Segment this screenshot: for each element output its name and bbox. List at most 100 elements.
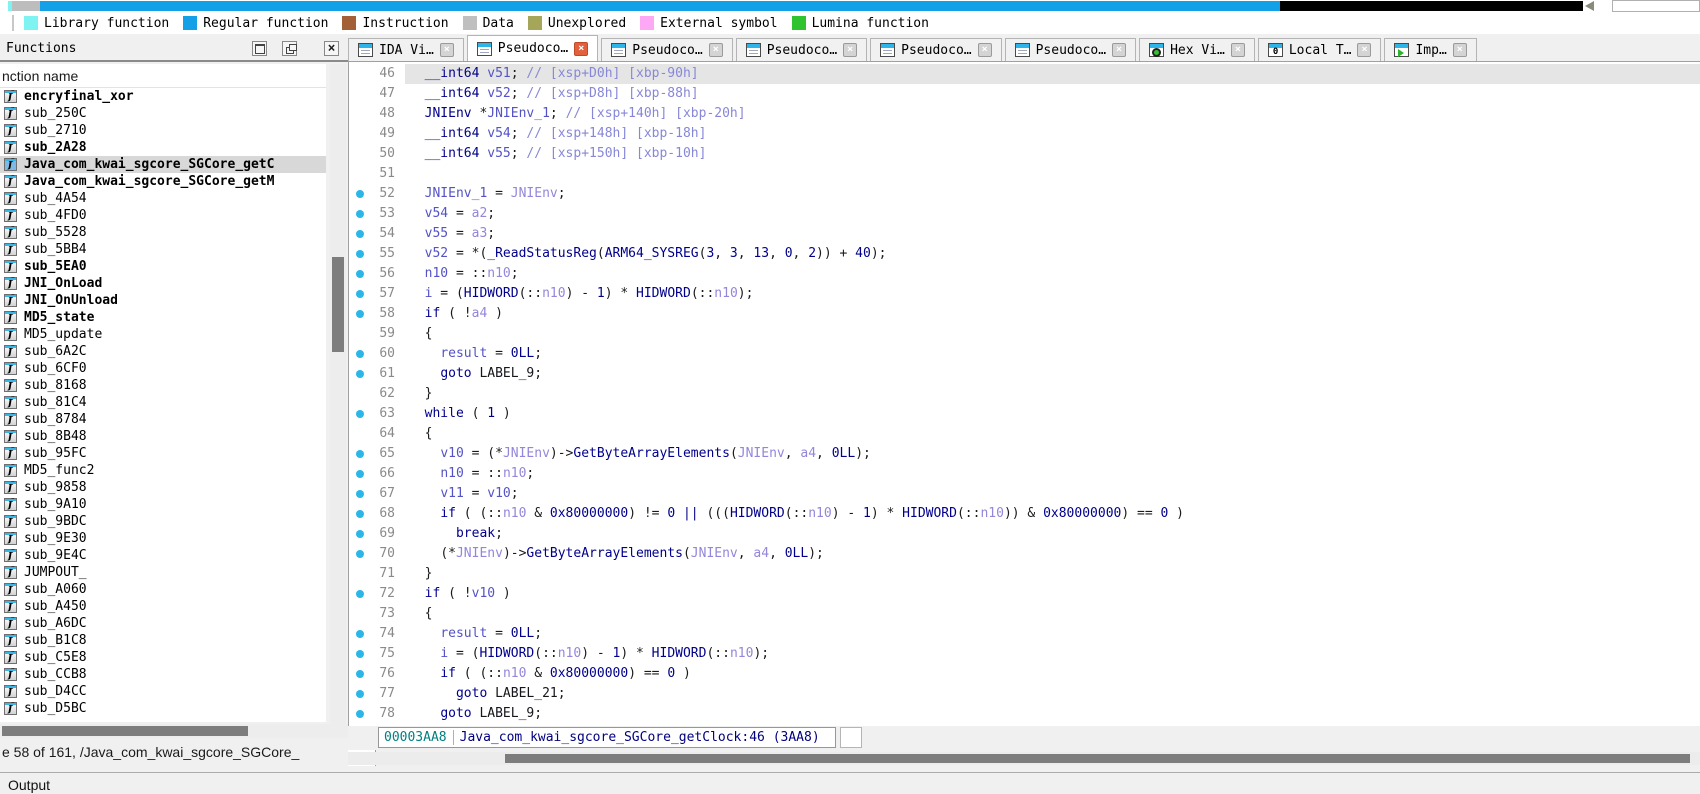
code-text[interactable]: v55 = a3; bbox=[405, 224, 1700, 244]
function-list-item[interactable]: f JNI_OnLoad bbox=[0, 275, 326, 292]
code-text[interactable]: if ( !a4 ) bbox=[405, 304, 1700, 324]
tab-close-icon[interactable]: × bbox=[708, 43, 723, 57]
function-list-item[interactable]: f Java_com_kwai_sgcore_SGCore_getC bbox=[0, 156, 326, 173]
code-text[interactable]: __int64 v51; // [xsp+D0h] [xbp-90h] bbox=[405, 64, 1700, 84]
function-list-item[interactable]: f sub_6A2C bbox=[0, 343, 326, 360]
tab-pseudoco[interactable]: Pseudoco… × bbox=[601, 38, 733, 61]
code-text[interactable]: v11 = v10; bbox=[405, 484, 1700, 504]
tab-pseudoco[interactable]: Pseudoco… × bbox=[870, 38, 1002, 61]
function-list-item[interactable]: f sub_A450 bbox=[0, 598, 326, 615]
code-text[interactable]: i = (HIDWORD(::n10) - 1) * HIDWORD(::n10… bbox=[405, 284, 1700, 304]
functions-horizontal-scrollbar[interactable] bbox=[0, 724, 348, 738]
tab-close-icon[interactable]: × bbox=[1230, 43, 1245, 57]
code-text[interactable]: { bbox=[405, 424, 1700, 444]
code-text[interactable]: JNIEnv_1 = JNIEnv; bbox=[405, 184, 1700, 204]
tab-close-icon[interactable]: × bbox=[1357, 43, 1372, 57]
functions-vertical-scrollbar[interactable] bbox=[330, 64, 346, 724]
function-list-item[interactable]: f sub_CCB8 bbox=[0, 666, 326, 683]
code-text[interactable]: __int64 v55; // [xsp+150h] [xbp-10h] bbox=[405, 144, 1700, 164]
code-text[interactable]: result = 0LL; bbox=[405, 344, 1700, 364]
tab-localt[interactable]: Local T… × bbox=[1257, 38, 1382, 61]
tab-close-icon[interactable]: × bbox=[1452, 43, 1467, 57]
function-list-item[interactable]: f sub_8B48 bbox=[0, 428, 326, 445]
close-icon[interactable]: × bbox=[324, 41, 339, 56]
function-list-item[interactable]: f Java_com_kwai_sgcore_SGCore_getM bbox=[0, 173, 326, 190]
float-window-icon[interactable] bbox=[282, 41, 297, 56]
code-text[interactable]: n10 = ::n10; bbox=[405, 464, 1700, 484]
function-list-item[interactable]: f sub_9E30 bbox=[0, 530, 326, 547]
tab-close-icon[interactable]: × bbox=[439, 43, 454, 57]
restore-icon[interactable] bbox=[252, 41, 267, 56]
function-list-item[interactable]: f sub_A6DC bbox=[0, 615, 326, 632]
function-list-item[interactable]: f sub_5EA0 bbox=[0, 258, 326, 275]
tab-close-icon[interactable]: × bbox=[843, 43, 858, 57]
code-text[interactable]: { bbox=[405, 604, 1700, 624]
pseudocode-view[interactable]: 46 __int64 v51; // [xsp+D0h] [xbp-90h] 47… bbox=[348, 62, 1700, 726]
function-list-item[interactable]: f sub_9A10 bbox=[0, 496, 326, 513]
function-list-item[interactable]: f sub_9E4C bbox=[0, 547, 326, 564]
function-list-item[interactable]: f sub_6CF0 bbox=[0, 360, 326, 377]
code-text[interactable]: goto LABEL_9; bbox=[405, 364, 1700, 384]
code-text[interactable]: goto LABEL_9; bbox=[405, 704, 1700, 724]
tab-pseudoco[interactable]: Pseudoco… × bbox=[735, 38, 868, 61]
code-text[interactable]: v10 = (*JNIEnv)->GetByteArrayElements(JN… bbox=[405, 444, 1700, 464]
code-text[interactable]: { bbox=[405, 324, 1700, 344]
code-text[interactable]: (*JNIEnv)->GetByteArrayElements(JNIEnv, … bbox=[405, 544, 1700, 564]
code-text[interactable]: JNIEnv *JNIEnv_1; // [xsp+140h] [xbp-20h… bbox=[405, 104, 1700, 124]
code-text[interactable]: __int64 v54; // [xsp+148h] [xbp-18h] bbox=[405, 124, 1700, 144]
function-list-item[interactable]: f JNI_OnUnload bbox=[0, 292, 326, 309]
output-window-label[interactable]: Output bbox=[8, 777, 50, 793]
code-text[interactable]: n10 = ::n10; bbox=[405, 264, 1700, 284]
code-text[interactable]: break; bbox=[405, 524, 1700, 544]
function-list-item[interactable]: f sub_5528 bbox=[0, 224, 326, 241]
code-text[interactable]: if ( !v10 ) bbox=[405, 584, 1700, 604]
code-text[interactable]: v54 = a2; bbox=[405, 204, 1700, 224]
function-name-column-header[interactable]: nction name bbox=[0, 64, 326, 88]
tab-pseudoco[interactable]: Pseudoco… × bbox=[466, 35, 599, 61]
functions-title-bar[interactable]: Functions × bbox=[0, 36, 348, 62]
function-list-item[interactable]: f sub_5BB4 bbox=[0, 241, 326, 258]
function-list-item[interactable]: f sub_9BDC bbox=[0, 513, 326, 530]
tab-idavi[interactable]: IDA Vi… × bbox=[348, 38, 464, 61]
scrollbar-thumb[interactable] bbox=[2, 726, 248, 736]
tab-hexvi[interactable]: Hex Vi… × bbox=[1139, 38, 1255, 61]
function-list-item[interactable]: f sub_9858 bbox=[0, 479, 326, 496]
function-list-item[interactable]: f sub_D5BC bbox=[0, 700, 326, 717]
code-text[interactable]: v52 = *(_ReadStatusReg(ARM64_SYSREG(3, 3… bbox=[405, 244, 1700, 264]
scrollbar-thumb[interactable] bbox=[332, 257, 344, 352]
function-list-item[interactable]: f sub_4A54 bbox=[0, 190, 326, 207]
function-list-item[interactable]: f sub_B1C8 bbox=[0, 632, 326, 649]
function-list-item[interactable]: f sub_A060 bbox=[0, 581, 326, 598]
tab-close-icon[interactable]: × bbox=[1112, 43, 1127, 57]
code-horizontal-scrollbar[interactable] bbox=[348, 752, 1700, 765]
function-list-item[interactable]: f sub_2710 bbox=[0, 122, 326, 139]
code-text[interactable]: if ( (::n10 & 0x80000000) != 0 || (((HID… bbox=[405, 504, 1700, 524]
tab-imp[interactable]: Imp… × bbox=[1384, 38, 1477, 61]
code-text[interactable]: result = 0LL; bbox=[405, 624, 1700, 644]
tab-close-icon[interactable]: × bbox=[574, 41, 589, 56]
function-list-item[interactable]: f sub_4FD0 bbox=[0, 207, 326, 224]
function-list-item[interactable]: f MD5_func2 bbox=[0, 462, 326, 479]
tab-pseudoco[interactable]: Pseudoco… × bbox=[1004, 38, 1137, 61]
function-list-item[interactable]: f MD5_state bbox=[0, 309, 326, 326]
code-text[interactable]: if ( (::n10 & 0x80000000) == 0 ) bbox=[405, 664, 1700, 684]
code-text[interactable]: __int64 v52; // [xsp+D8h] [xbp-88h] bbox=[405, 84, 1700, 104]
scrollbar-thumb[interactable] bbox=[505, 754, 1690, 763]
function-list-item[interactable]: f sub_2A28 bbox=[0, 139, 326, 156]
navigation-band[interactable] bbox=[8, 1, 1583, 11]
function-list-item[interactable]: f sub_8784 bbox=[0, 411, 326, 428]
tab-close-icon[interactable]: × bbox=[977, 43, 992, 57]
code-text[interactable]: } bbox=[405, 564, 1700, 584]
code-text[interactable] bbox=[405, 164, 1700, 184]
function-list-item[interactable]: f sub_8168 bbox=[0, 377, 326, 394]
function-list-item[interactable]: f JUMPOUT_ bbox=[0, 564, 326, 581]
code-text[interactable]: goto LABEL_21; bbox=[405, 684, 1700, 704]
code-text[interactable]: i = (HIDWORD(::n10) - 1) * HIDWORD(::n10… bbox=[405, 644, 1700, 664]
function-list-item[interactable]: f sub_D4CC bbox=[0, 683, 326, 700]
code-text[interactable]: while ( 1 ) bbox=[405, 404, 1700, 424]
function-list-item[interactable]: f sub_C5E8 bbox=[0, 649, 326, 666]
code-text[interactable]: } bbox=[405, 384, 1700, 404]
function-list-item[interactable]: f MD5_update bbox=[0, 326, 326, 343]
function-list-item[interactable]: f encryfinal_xor bbox=[0, 88, 326, 105]
function-list-item[interactable]: f sub_250C bbox=[0, 105, 326, 122]
